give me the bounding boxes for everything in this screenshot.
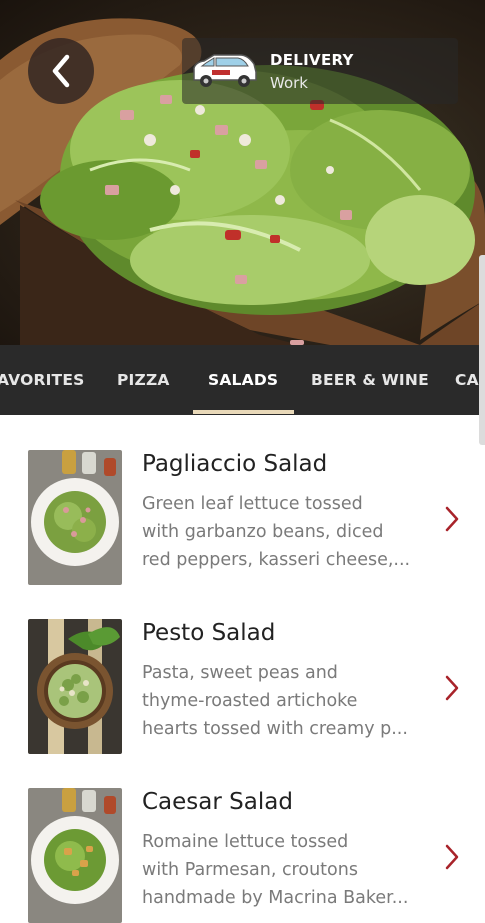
item-title: Caesar Salad [142,789,293,815]
hero-banner: DELIVERY Work [0,0,485,345]
chevron-right-icon [445,844,459,870]
delivery-selector[interactable]: DELIVERY Work [182,38,458,104]
item-description: Pasta, sweet peas and thyme-roasted arti… [142,659,422,743]
chevron-left-icon [52,54,70,88]
tab-beer-wine[interactable]: BEER & WINE [311,345,429,415]
item-thumbnail [28,450,122,585]
item-title: Pagliaccio Salad [142,451,328,477]
item-description-line: Green leaf lettuce tossed [142,494,363,514]
delivery-location-label: Work [270,74,308,92]
item-description-line: Pasta, sweet peas and [142,663,338,683]
item-thumbnail [28,788,122,923]
chevron-right-icon [445,506,459,532]
item-title: Pesto Salad [142,620,276,646]
back-button[interactable] [28,38,94,104]
item-description: Romaine lettuce tossed with Parmesan, cr… [142,828,422,912]
tab-salads[interactable]: SALADS [208,345,278,415]
item-description-line: handmade by Macrina Baker... [142,888,409,908]
item-description-line: with Parmesan, croutons [142,860,358,880]
item-description-line: hearts tossed with creamy p... [142,719,408,739]
item-description-line: with garbanzo beans, diced [142,522,384,542]
delivery-van-icon [193,54,257,87]
tab-more[interactable]: CA [455,345,479,415]
menu-list: Pagliaccio Salad Green leaf lettuce toss… [0,415,485,923]
item-description-line: Romaine lettuce tossed [142,832,349,852]
menu-item-pesto-salad[interactable]: Pesto Salad Pasta, sweet peas and thyme-… [0,584,485,754]
active-tab-indicator [193,410,294,414]
item-description: Green leaf lettuce tossed with garbanzo … [142,490,422,574]
tab-favorites[interactable]: AVORITES [0,345,84,415]
tab-pizza[interactable]: PIZZA [117,345,170,415]
category-tabs: AVORITES PIZZA SALADS BEER & WINE CA [0,345,485,415]
item-description-line: thyme-roasted artichoke [142,691,358,711]
menu-item-caesar-salad[interactable]: Caesar Salad Romaine lettuce tossed with… [0,753,485,923]
chevron-right-icon [445,675,459,701]
delivery-mode-label: DELIVERY [270,51,354,69]
item-thumbnail [28,619,122,754]
menu-item-pagliaccio-salad[interactable]: Pagliaccio Salad Green leaf lettuce toss… [0,415,485,585]
item-description-line: red peppers, kasseri cheese,... [142,550,411,570]
